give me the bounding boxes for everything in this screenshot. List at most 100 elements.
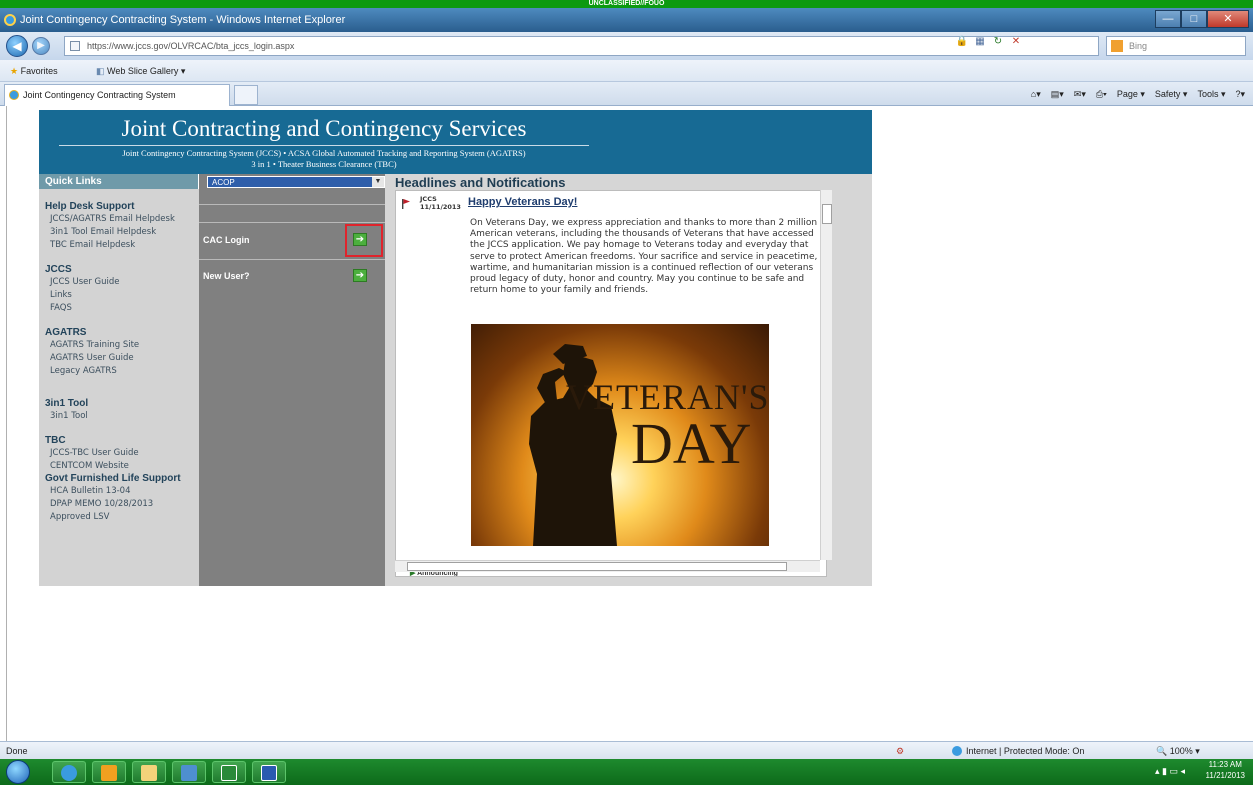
safety-menu[interactable]: Safety ▾ — [1155, 85, 1188, 103]
taskbar-lync-button[interactable] — [172, 761, 206, 783]
zoom-level[interactable]: 🔍 100% ▾ — [1156, 742, 1200, 760]
link-3in1-tool[interactable]: 3in1 Tool — [45, 410, 199, 423]
maximize-button[interactable]: □ — [1181, 10, 1207, 28]
favorites-label: Favorites — [20, 66, 58, 76]
web-slice-gallery-link[interactable]: ◧ Web Slice Gallery ▾ — [96, 60, 185, 82]
link-approved-lsv[interactable]: Approved LSV — [45, 511, 199, 524]
link-hca-bulletin[interactable]: HCA Bulletin 13-04 — [45, 485, 199, 498]
mail-icon[interactable]: ✉▾ — [1074, 85, 1086, 103]
start-button[interactable] — [6, 760, 30, 784]
taskbar-ie-button[interactable] — [52, 761, 86, 783]
lock-icon[interactable]: 🔒 — [955, 36, 969, 48]
address-bar: ◀ ▶ https://www.jccs.gov/OLVRCAC/bta_jcc… — [0, 32, 1253, 60]
tab-label: Joint Contingency Contracting System — [23, 90, 176, 100]
section-jccs: JCCS — [45, 264, 72, 275]
system-tray-icons[interactable]: ▴ ▮ ▭ ◂ — [1155, 766, 1185, 777]
new-tab-button[interactable] — [234, 85, 258, 105]
security-zone[interactable]: Internet | Protected Mode: On — [952, 742, 1084, 760]
status-bar: Done ⚙ Internet | Protected Mode: On 🔍 1… — [0, 741, 1253, 759]
print-icon[interactable]: ⎙▾ — [1096, 85, 1107, 103]
news-title-link[interactable]: Happy Veterans Day! — [468, 196, 577, 208]
help-menu[interactable]: ?▾ — [1235, 85, 1245, 103]
page-menu[interactable]: Page ▾ — [1117, 85, 1145, 103]
compatibility-icon[interactable]: ▦ — [973, 36, 987, 48]
link-dpap-memo[interactable]: DPAP MEMO 10/28/2013 — [45, 498, 199, 511]
chevron-down-icon[interactable]: ▼ — [372, 177, 384, 187]
window-titlebar[interactable]: Joint Contingency Contracting System - W… — [0, 8, 1253, 32]
zoom-value: 100% — [1169, 746, 1193, 756]
news-scroll-area[interactable]: JCCS 11/11/2013 Happy Veterans Day! On V… — [395, 190, 827, 577]
section-agatrs: AGATRS — [45, 327, 87, 338]
window-controls: — □ ✕ — [1155, 10, 1249, 28]
clock[interactable]: 11:23 AM 11/21/2013 — [1206, 759, 1245, 781]
home-icon[interactable]: ⌂▾ — [1031, 85, 1041, 103]
word-icon — [261, 765, 277, 781]
tab-bar: Joint Contingency Contracting System ⌂▾ … — [0, 82, 1253, 106]
close-button[interactable]: ✕ — [1207, 10, 1249, 28]
popup-blocker-icon[interactable]: ⚙ — [896, 742, 904, 760]
link-tbc-email-helpdesk[interactable]: TBC Email Helpdesk — [45, 239, 199, 252]
vertical-scroll-thumb[interactable] — [822, 204, 832, 224]
window-title: Joint Contingency Contracting System - W… — [20, 14, 346, 26]
favorites-bar: ★ Favorites ◧ Web Slice Gallery ▾ — [0, 60, 1253, 82]
link-agatrs-user-guide[interactable]: AGATRS User Guide — [45, 352, 199, 365]
taskbar-outlook-button[interactable] — [92, 761, 126, 783]
page-icon — [70, 41, 80, 51]
section-3in1-tool: 3in1 Tool — [45, 398, 89, 409]
headlines-header: Headlines and Notifications — [395, 175, 566, 190]
refresh-icon[interactable]: ↻ — [991, 36, 1005, 48]
stop-icon[interactable]: ✕ — [1009, 36, 1023, 48]
back-button[interactable]: ◀ — [6, 35, 28, 57]
flag-icon — [402, 199, 410, 209]
forward-button[interactable]: ▶ — [32, 37, 50, 55]
page-viewport: Joint Contracting and Contingency Servic… — [6, 106, 1253, 741]
section-help-desk: Help Desk Support — [45, 201, 135, 212]
favorites-button[interactable]: ★ Favorites — [10, 60, 58, 82]
headlines-panel: Headlines and Notifications JCCS 11/11/2… — [385, 174, 872, 586]
search-placeholder: Bing — [1129, 41, 1148, 51]
link-legacy-agatrs[interactable]: Legacy AGATRS — [45, 365, 199, 378]
section-tbc: TBC — [45, 435, 66, 446]
search-input[interactable]: Bing — [1106, 36, 1246, 56]
news-date: 11/11/2013 — [420, 203, 461, 211]
link-3in1-email-helpdesk[interactable]: 3in1 Tool Email Helpdesk — [45, 226, 199, 239]
organization-select[interactable]: ACOP ▼ — [207, 176, 385, 188]
veterans-day-image: VETERAN'S DAY — [471, 324, 769, 546]
clock-time: 11:23 AM — [1208, 760, 1242, 769]
link-agatrs-training-site[interactable]: AGATRS Training Site — [45, 339, 199, 352]
site-banner: Joint Contracting and Contingency Servic… — [39, 110, 872, 174]
new-user-go-button[interactable]: ➔ — [353, 269, 367, 282]
minimize-button[interactable]: — — [1155, 10, 1181, 28]
taskbar-word-button[interactable] — [252, 761, 286, 783]
taskbar-excel-button[interactable] — [212, 761, 246, 783]
vertical-scrollbar[interactable] — [820, 190, 832, 560]
news-source: JCCS — [420, 195, 437, 203]
tab-jccs[interactable]: Joint Contingency Contracting System — [4, 84, 230, 106]
site-title: Joint Contracting and Contingency Servic… — [121, 116, 527, 141]
link-links[interactable]: Links — [45, 289, 199, 302]
feeds-icon[interactable]: ▤▾ — [1051, 85, 1064, 103]
login-panel: ACOP ▼ CAC Login ➔ New User? ➔ — [199, 174, 429, 586]
windows-taskbar: ▴ ▮ ▭ ◂ 11:23 AM 11/21/2013 — [0, 759, 1253, 785]
cac-login-label: CAC Login — [203, 235, 250, 245]
screen: UNCLASSIFIED//FOUO Joint Contingency Con… — [0, 0, 1253, 785]
excel-icon — [221, 765, 237, 781]
tools-menu[interactable]: Tools ▾ — [1197, 85, 1225, 103]
status-text: Done — [6, 746, 28, 756]
taskbar-explorer-button[interactable] — [132, 761, 166, 783]
star-icon: ★ — [10, 66, 21, 76]
url-text: https://www.jccs.gov/OLVRCAC/bta_jccs_lo… — [87, 41, 295, 51]
url-input[interactable]: https://www.jccs.gov/OLVRCAC/bta_jccs_lo… — [64, 36, 1099, 56]
quick-links-panel: Quick Links Help Desk Support JCCS/AGATR… — [39, 174, 199, 586]
link-jccs-agatrs-email-helpdesk[interactable]: JCCS/AGATRS Email Helpdesk — [45, 213, 199, 226]
address-bar-icons: 🔒 ▦ ↻ ✕ — [955, 36, 1023, 48]
link-jccs-user-guide[interactable]: JCCS User Guide — [45, 276, 199, 289]
site-subtitle-line2: 3 in 1 • Theater Business Clearance (TBC… — [251, 159, 397, 169]
folder-icon — [141, 765, 157, 781]
horizontal-scroll-thumb[interactable] — [407, 562, 787, 571]
link-centcom-website[interactable]: CENTCOM Website — [45, 460, 199, 473]
link-jccs-tbc-user-guide[interactable]: JCCS-TBC User Guide — [45, 447, 199, 460]
link-faqs[interactable]: FAQS — [45, 302, 199, 315]
command-bar: ⌂▾ ▤▾ ✉▾ ⎙▾ Page ▾ Safety ▾ Tools ▾ ?▾ — [1031, 85, 1245, 103]
horizontal-scrollbar[interactable] — [395, 560, 820, 572]
